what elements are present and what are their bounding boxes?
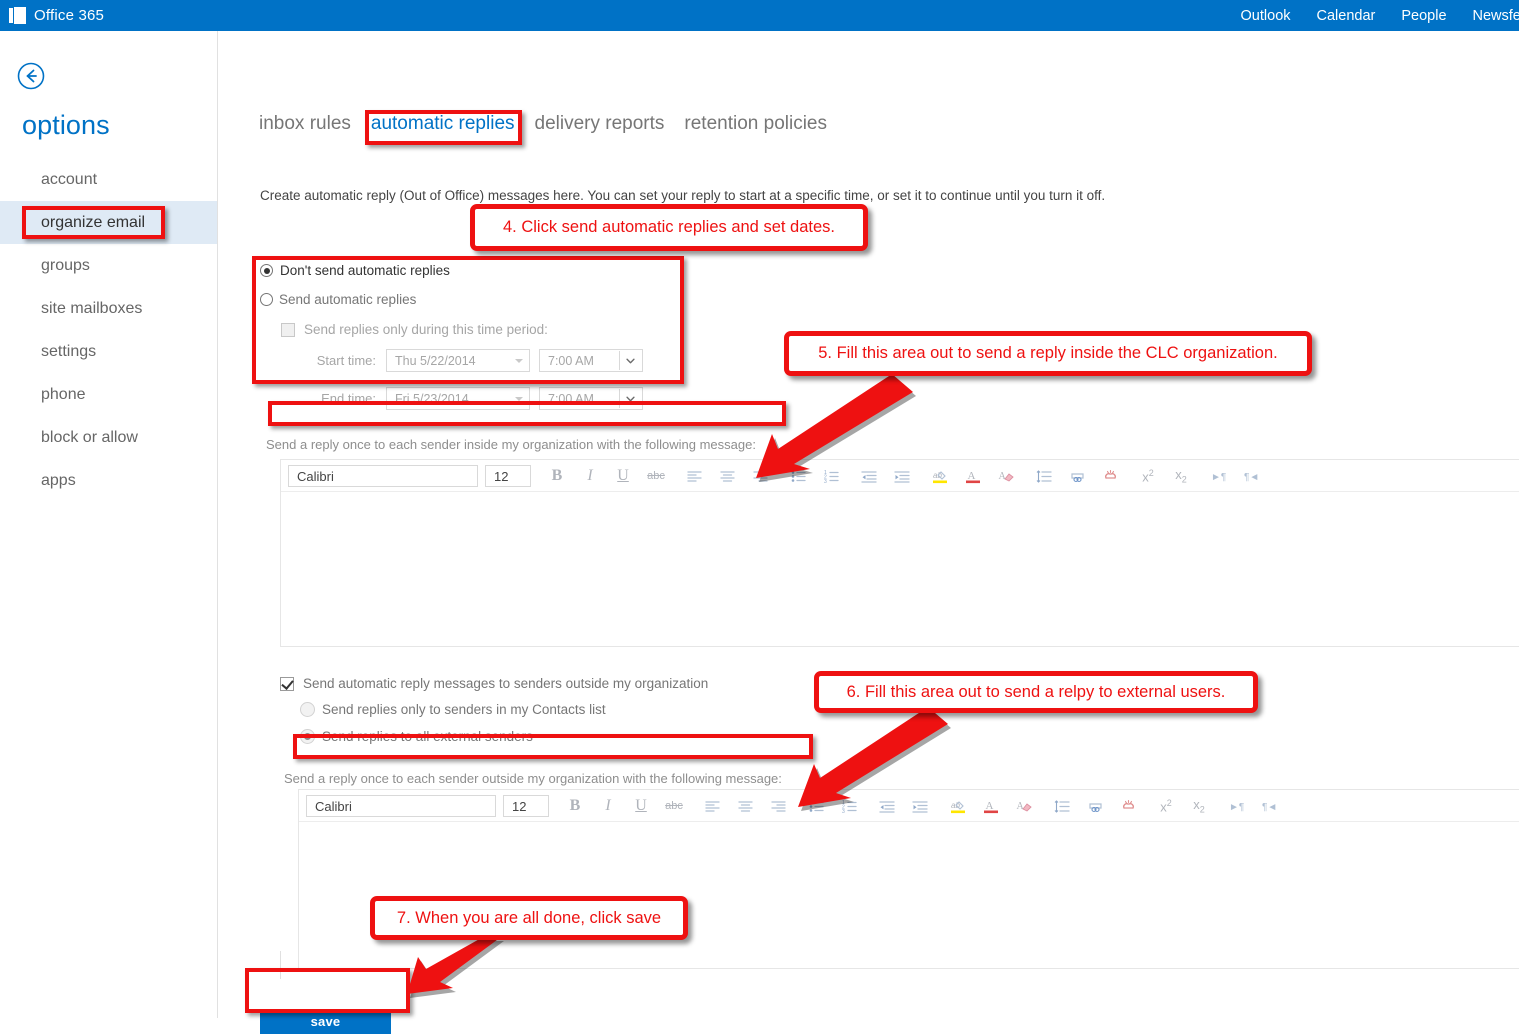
time-period-block-highlight	[252, 256, 684, 384]
external-message-label-highlight	[293, 734, 813, 759]
sidebar-item-phone[interactable]: phone	[0, 373, 217, 416]
tab-retention-policies[interactable]: retention policies	[684, 113, 827, 135]
back-circle-arrow-icon[interactable]	[17, 62, 45, 90]
suite-brand-label: Office 365	[34, 7, 105, 24]
external-contacts-only-label: Send replies only to senders in my Conta…	[322, 702, 606, 717]
clear-formatting-icon[interactable]: A	[1012, 794, 1036, 818]
align-center-icon[interactable]	[733, 794, 757, 818]
external-contacts-only-radio-icon[interactable]	[300, 702, 315, 717]
callout-step-7: 7. When you are all done, click save	[370, 896, 688, 940]
ltr-direction-icon[interactable]: ►¶	[1207, 464, 1231, 488]
sidebar-item-groups[interactable]: groups	[0, 244, 217, 287]
superscript-icon[interactable]: x2	[1154, 794, 1178, 818]
superscript-icon[interactable]: x2	[1136, 464, 1160, 488]
italic-icon[interactable]: I	[596, 794, 620, 818]
suite-bar: Office 365 Outlook Calendar People Newsf…	[0, 0, 1519, 31]
external-contacts-only-option[interactable]: Send replies only to senders in my Conta…	[300, 702, 606, 717]
sidebar-item-block-or-allow[interactable]: block or allow	[0, 416, 217, 459]
internal-font-size-input[interactable]: 12	[485, 465, 531, 487]
line-spacing-icon[interactable]	[1050, 794, 1074, 818]
sidebar-item-apps[interactable]: apps	[0, 459, 217, 502]
callout-7-arrow	[407, 937, 504, 998]
external-font-size-input[interactable]: 12	[503, 795, 549, 817]
svg-text:►¶: ►¶	[1211, 472, 1226, 483]
italic-icon[interactable]: I	[578, 464, 602, 488]
strikethrough-icon[interactable]: abc	[662, 794, 686, 818]
align-right-icon[interactable]	[766, 794, 790, 818]
external-font-name-input[interactable]: Calibri	[306, 795, 496, 817]
suite-logo-group[interactable]: Office 365	[0, 7, 104, 24]
external-senders-checkbox-row[interactable]: Send automatic reply messages to senders…	[280, 676, 708, 691]
callout-step-5: 5. Fill this area out to send a reply in…	[784, 331, 1312, 376]
svg-text:A: A	[999, 471, 1007, 482]
internal-message-editor[interactable]: Calibri 12 B I U abc 1 2 3 ab A A x2 x2 …	[280, 459, 1519, 647]
callout-step-4: 4. Click send automatic replies and set …	[470, 204, 868, 251]
tab-inbox-rules[interactable]: inbox rules	[259, 113, 351, 135]
suite-nav-calendar[interactable]: Calendar	[1317, 8, 1376, 24]
internal-font-name-input[interactable]: Calibri	[288, 465, 478, 487]
font-color-icon[interactable]: A	[961, 464, 985, 488]
organize-email-highlight	[22, 206, 165, 239]
save-button-highlight	[245, 968, 410, 1013]
svg-text:►¶: ►¶	[1229, 802, 1244, 813]
options-sidebar: options account organize email groups si…	[0, 31, 218, 1018]
chevron-down-icon	[515, 396, 523, 401]
rtl-direction-icon[interactable]: ¶◄	[1258, 794, 1282, 818]
insert-link-icon[interactable]	[1083, 794, 1107, 818]
intro-description: Create automatic reply (Out of Office) m…	[260, 188, 1106, 203]
svg-text:¶◄: ¶◄	[1244, 472, 1259, 483]
align-center-icon[interactable]	[715, 464, 739, 488]
office-logo-icon	[9, 7, 26, 24]
external-message-label: Send a reply once to each sender outside…	[284, 771, 782, 786]
suite-nav: Outlook Calendar People Newsfeed	[1241, 8, 1519, 24]
automatic-replies-tab-highlight	[365, 110, 522, 145]
svg-text:A: A	[1017, 801, 1025, 812]
svg-text:A: A	[968, 470, 976, 482]
underline-icon[interactable]: U	[629, 794, 653, 818]
internal-message-label-highlight	[268, 401, 786, 426]
bold-icon[interactable]: B	[545, 464, 569, 488]
subscript-icon[interactable]: x2	[1187, 794, 1211, 818]
svg-text:¶◄: ¶◄	[1262, 802, 1277, 813]
suite-nav-people[interactable]: People	[1401, 8, 1446, 24]
remove-link-icon[interactable]	[1116, 794, 1140, 818]
sidebar-item-account[interactable]: account	[0, 158, 217, 201]
remove-link-icon[interactable]	[1098, 464, 1122, 488]
internal-message-label: Send a reply once to each sender inside …	[266, 437, 756, 452]
bold-icon[interactable]: B	[563, 794, 587, 818]
suite-nav-newsfeed[interactable]: Newsfeed	[1473, 8, 1519, 24]
insert-link-icon[interactable]	[1065, 464, 1089, 488]
underline-icon[interactable]: U	[611, 464, 635, 488]
sidebar-item-settings[interactable]: settings	[0, 330, 217, 373]
strikethrough-icon[interactable]: abc	[644, 464, 668, 488]
callout-5-arrow	[756, 374, 916, 482]
callout-6-arrow	[798, 707, 951, 811]
highlight-color-icon[interactable]: ab	[928, 464, 952, 488]
internal-message-body[interactable]	[281, 491, 1519, 646]
clear-formatting-icon[interactable]: A	[994, 464, 1018, 488]
font-color-icon[interactable]: A	[979, 794, 1003, 818]
sidebar-item-site-mailboxes[interactable]: site mailboxes	[0, 287, 217, 330]
tab-delivery-reports[interactable]: delivery reports	[535, 113, 665, 135]
ltr-direction-icon[interactable]: ►¶	[1225, 794, 1249, 818]
suite-nav-outlook[interactable]: Outlook	[1241, 8, 1291, 24]
subscript-icon[interactable]: x2	[1169, 464, 1193, 488]
external-senders-checkbox-icon[interactable]	[280, 676, 294, 691]
main-content: inbox rules automatic replies delivery r…	[218, 31, 1519, 1034]
external-senders-label: Send automatic reply messages to senders…	[303, 676, 709, 691]
rtl-direction-icon[interactable]: ¶◄	[1240, 464, 1264, 488]
svg-text:A: A	[986, 800, 994, 812]
callout-step-6: 6. Fill this area out to send a relpy to…	[814, 671, 1258, 713]
align-left-icon[interactable]	[682, 464, 706, 488]
settings-tabs: inbox rules automatic replies delivery r…	[259, 113, 827, 135]
line-spacing-icon[interactable]	[1032, 464, 1056, 488]
page-title: options	[22, 110, 110, 140]
align-left-icon[interactable]	[700, 794, 724, 818]
